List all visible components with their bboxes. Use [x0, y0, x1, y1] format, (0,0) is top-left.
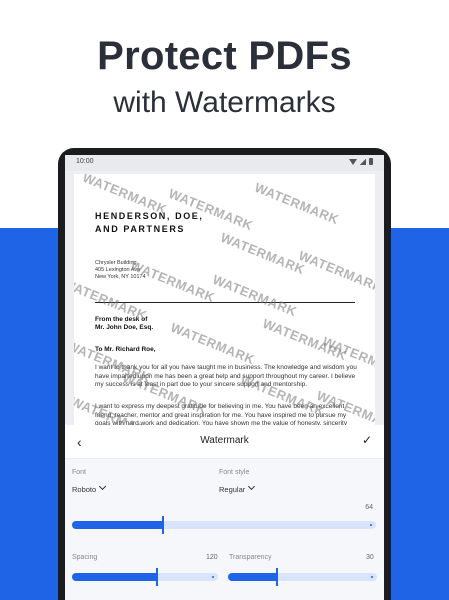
chevron-down-icon[interactable] [98, 482, 107, 491]
transparency-slider-thumb[interactable] [276, 568, 279, 586]
watermark-text: WATERMARK [296, 247, 375, 296]
promo-title: Protect PDFs [97, 34, 352, 78]
watermark-text: WATERMARK [128, 257, 218, 306]
watermark-text: WATERMARK [218, 229, 308, 278]
font-style-dropdown[interactable]: Regular [219, 485, 245, 494]
transparency-slider[interactable] [228, 568, 377, 586]
transparency-label: Transparency [229, 554, 272, 561]
size-value: 64 [365, 504, 373, 511]
font-label: Font [72, 469, 87, 476]
watermark-toolbar: ‹ Watermark ✓ [65, 425, 384, 459]
watermark-settings-panel: Font Roboto Font style Regular 64 Spacin… [65, 459, 384, 600]
spacing-label: Spacing [72, 554, 98, 561]
tablet-screen: 10:00 HENDERSON, DOE, AND PARTNERS Chrys… [65, 155, 384, 600]
chevron-down-icon[interactable] [247, 482, 256, 491]
spacing-slider-thumb[interactable] [155, 568, 158, 586]
size-slider-thumb[interactable] [162, 516, 165, 534]
company-line-1: HENDERSON, DOE, [95, 211, 204, 221]
toolbar-title: Watermark [200, 435, 249, 446]
spacing-slider-fill [72, 573, 157, 581]
watermark-text: WATERMARK [252, 179, 342, 228]
battery-icon [369, 158, 373, 165]
spacing-value: 120 [206, 554, 218, 561]
watermark-text: WATERMARK [210, 271, 300, 320]
slider-end-dot [371, 576, 373, 578]
wifi-icon [349, 158, 357, 165]
signal-icon [360, 158, 366, 165]
transparency-slider-fill [228, 573, 278, 581]
status-bar: 10:00 [65, 155, 384, 171]
slider-end-dot [370, 524, 372, 526]
promo-subtitle: with Watermarks [113, 86, 336, 119]
font-dropdown[interactable]: Roboto [72, 485, 96, 494]
check-icon[interactable]: ✓ [362, 433, 372, 447]
status-icons [349, 158, 373, 165]
watermark-text: WATERMARK [168, 319, 258, 368]
company-name: HENDERSON, DOE, AND PARTNERS [95, 210, 204, 236]
document-page: HENDERSON, DOE, AND PARTNERS Chrysler Bu… [74, 174, 375, 425]
company-line-2: AND PARTNERS [95, 224, 186, 234]
size-slider[interactable] [72, 516, 376, 534]
desk-line-2: Mr. John Doe, Esq. [95, 324, 154, 331]
status-time: 10:00 [76, 158, 94, 165]
spacing-slider[interactable] [72, 568, 218, 586]
size-slider-fill [72, 521, 164, 529]
transparency-value: 30 [366, 554, 374, 561]
font-style-label: Font style [219, 469, 250, 476]
slider-end-dot [212, 576, 214, 578]
